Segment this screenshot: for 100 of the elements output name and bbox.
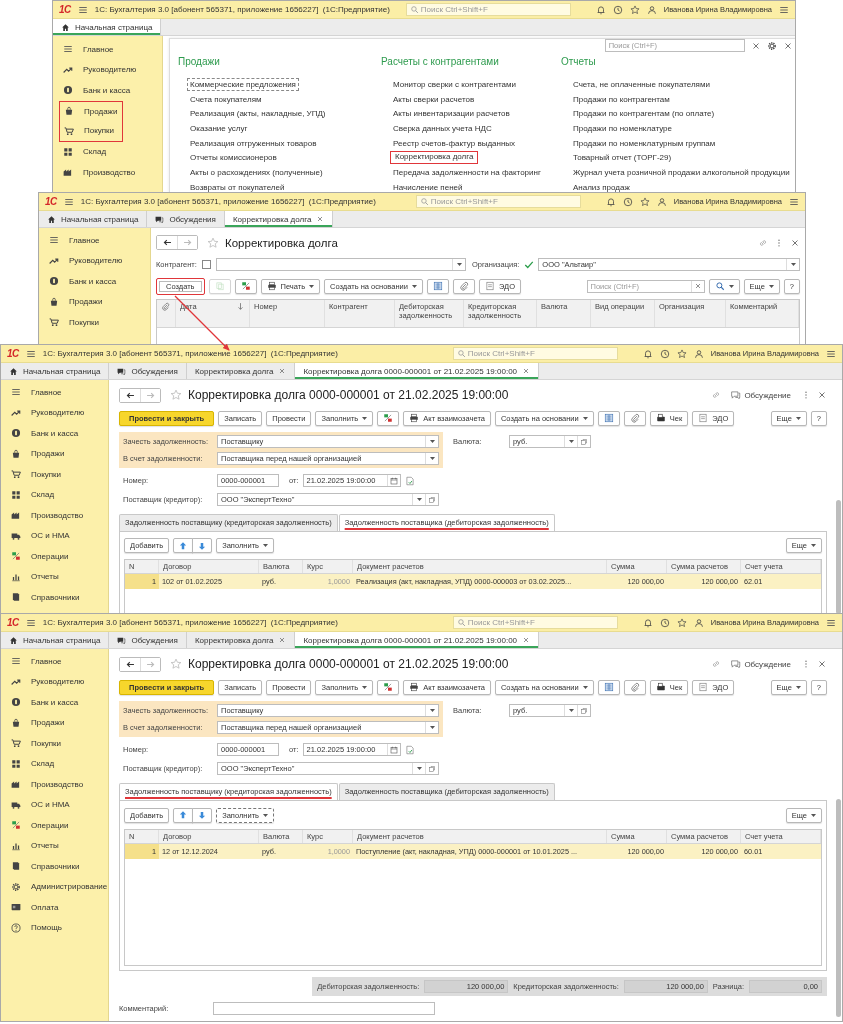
menu-link[interactable]: Начисление пеней bbox=[390, 180, 466, 193]
bell-icon[interactable] bbox=[595, 4, 606, 15]
link-icon[interactable] bbox=[711, 390, 722, 400]
bell-icon[interactable] bbox=[605, 196, 616, 207]
discussion-button[interactable]: Обсуждение bbox=[727, 390, 795, 400]
menu-link[interactable]: Реализация (акты, накладные, УПД) bbox=[187, 107, 329, 121]
menu-link[interactable]: Коммерческие предложения bbox=[187, 78, 299, 91]
menu-link[interactable]: Товарный отчет (ТОРГ-29) bbox=[570, 151, 675, 165]
menu-link[interactable]: Счета покупателям bbox=[187, 92, 265, 106]
star-icon[interactable] bbox=[207, 236, 219, 249]
discussion-button[interactable]: Обсуждение bbox=[727, 659, 795, 669]
bell-icon[interactable] bbox=[642, 617, 653, 628]
sidebar-item[interactable]: Продажи bbox=[39, 291, 150, 312]
sidebar-item[interactable]: Продажи bbox=[1, 712, 108, 733]
comment-field[interactable] bbox=[213, 1002, 435, 1015]
sidebar-item[interactable]: Покупки bbox=[39, 312, 150, 333]
close-icon[interactable] bbox=[316, 215, 325, 223]
scrollbar-thumb[interactable] bbox=[836, 799, 841, 1017]
menu-link[interactable]: Счета, не оплаченные покупателями bbox=[570, 78, 713, 91]
close-icon[interactable] bbox=[817, 390, 827, 400]
clear-icon[interactable] bbox=[693, 282, 702, 290]
menu-link[interactable]: Акты сверки расчетов bbox=[390, 92, 478, 106]
sidebar-item[interactable]: Главное bbox=[1, 651, 108, 672]
menu-link[interactable]: Корректировка долга bbox=[390, 151, 479, 165]
sidebar-item[interactable]: Операции bbox=[1, 815, 108, 836]
window-tab[interactable]: Начальная страница bbox=[1, 632, 110, 648]
menu-link[interactable]: Продажи по номенклатурным группам bbox=[570, 136, 719, 150]
window-tab[interactable]: Корректировка долга bbox=[224, 211, 334, 227]
attachment-button[interactable] bbox=[623, 410, 646, 426]
report-button[interactable] bbox=[426, 278, 449, 294]
sidebar-item[interactable]: Склад bbox=[53, 141, 162, 162]
sidebar-item[interactable]: ОС и НМА bbox=[1, 525, 108, 546]
sidebar-item[interactable]: Главное bbox=[39, 230, 150, 251]
window-tab[interactable]: Корректировка долга 0000-000001 от 21.02.2025 19:00:00 bbox=[295, 632, 540, 648]
menu-link[interactable]: Анализ продаж bbox=[570, 180, 633, 193]
move-up-button[interactable] bbox=[173, 807, 194, 823]
sidebar-item[interactable]: Оплата bbox=[1, 897, 108, 918]
open-form-icon[interactable] bbox=[580, 706, 588, 715]
caret-icon[interactable] bbox=[790, 263, 796, 266]
menu-icon[interactable] bbox=[826, 617, 836, 628]
menu-icon[interactable] bbox=[25, 617, 36, 628]
search-button[interactable] bbox=[708, 278, 740, 294]
menu-icon[interactable] bbox=[77, 4, 88, 15]
caret-icon[interactable] bbox=[429, 440, 435, 443]
menu-link[interactable]: Отчеты комиссионеров bbox=[187, 151, 280, 165]
attachment-button[interactable] bbox=[452, 278, 475, 294]
sidebar-item[interactable]: Склад bbox=[1, 753, 108, 774]
sidebar-item[interactable]: ОС и НМА bbox=[1, 794, 108, 815]
window-tab[interactable]: Начальная страница bbox=[53, 19, 162, 35]
close-icon[interactable] bbox=[278, 636, 287, 644]
ledger-button[interactable] bbox=[377, 679, 400, 695]
caret-icon[interactable] bbox=[416, 498, 422, 501]
history-icon[interactable] bbox=[622, 196, 633, 207]
menu-link[interactable]: Продажи по контрагентам bbox=[570, 92, 673, 106]
menu-link[interactable]: Акты инвентаризации расчетов bbox=[390, 107, 513, 121]
ledger-button[interactable] bbox=[234, 278, 257, 294]
sidebar-item[interactable]: Покупки bbox=[1, 464, 108, 485]
history-icon[interactable] bbox=[659, 348, 670, 359]
caret-icon[interactable] bbox=[568, 709, 574, 712]
sidebar-item[interactable]: Операции bbox=[1, 546, 108, 567]
menu-icon[interactable] bbox=[826, 348, 836, 359]
link-icon[interactable] bbox=[711, 659, 722, 669]
star-icon[interactable] bbox=[170, 658, 182, 670]
star-icon[interactable] bbox=[170, 389, 182, 401]
scrollbar-thumb[interactable] bbox=[836, 500, 841, 614]
sidebar-item[interactable]: Справочники bbox=[1, 856, 108, 877]
star-icon[interactable] bbox=[639, 196, 650, 207]
search-box[interactable]: Поиск Ctrl+Shift+F bbox=[452, 616, 618, 629]
sort-arrow-icon[interactable] bbox=[236, 302, 245, 311]
caret-icon[interactable] bbox=[416, 767, 422, 770]
report-button[interactable] bbox=[597, 679, 620, 695]
clear-icon[interactable] bbox=[750, 40, 761, 51]
report-button[interactable] bbox=[597, 410, 620, 426]
sidebar-item[interactable]: Производство bbox=[53, 162, 162, 183]
link-icon[interactable] bbox=[758, 237, 768, 248]
close-icon[interactable] bbox=[782, 40, 793, 51]
sidebar-item[interactable]: Продажи bbox=[59, 100, 123, 121]
window-tab[interactable]: Обсуждения bbox=[147, 211, 225, 227]
checkbox[interactable] bbox=[201, 260, 211, 269]
close-icon[interactable] bbox=[522, 636, 531, 644]
window-tab[interactable]: Начальная страница bbox=[1, 363, 110, 379]
settings-icon[interactable] bbox=[766, 40, 777, 51]
ledger-button[interactable] bbox=[377, 410, 400, 426]
bell-icon[interactable] bbox=[642, 348, 653, 359]
search-box[interactable]: Поиск Ctrl+Shift+F bbox=[415, 195, 581, 208]
sidebar-item[interactable]: Покупки bbox=[1, 733, 108, 754]
menu-link[interactable]: Монитор сверки с контрагентами bbox=[390, 78, 519, 91]
move-up-button[interactable] bbox=[173, 538, 194, 553]
search-field[interactable]: Поиск Ctrl+Shift+F bbox=[467, 618, 608, 627]
history-icon[interactable] bbox=[659, 617, 670, 628]
caret-icon[interactable] bbox=[456, 263, 462, 266]
move-down-button[interactable] bbox=[192, 807, 213, 823]
sidebar-item[interactable]: Справочники bbox=[1, 587, 108, 608]
caret-icon[interactable] bbox=[568, 440, 574, 443]
menu-link[interactable]: Оказание услуг bbox=[187, 122, 251, 135]
menu-link[interactable]: Возвраты от покупателей bbox=[187, 180, 288, 193]
menu-link[interactable]: Акты о расхождениях (полученные) bbox=[187, 166, 326, 179]
sidebar-item[interactable]: Главное bbox=[1, 382, 108, 403]
menu-link[interactable]: Реализация отгруженных товаров bbox=[187, 136, 320, 150]
sidebar-item[interactable]: Администрирование bbox=[1, 876, 108, 897]
